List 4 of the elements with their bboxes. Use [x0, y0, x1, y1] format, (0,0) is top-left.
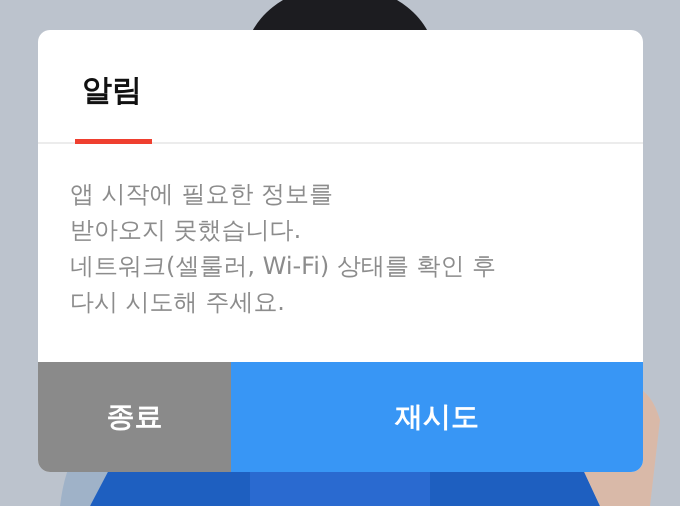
retry-button[interactable]: 재시도: [231, 362, 643, 472]
exit-button[interactable]: 종료: [38, 362, 231, 472]
dialog-title: 알림: [82, 72, 142, 110]
dialog-message: 앱 시작에 필요한 정보를 받아오지 못했습니다. 네트워크(셀룰러, Wi-Fi) 상태를 확인 후 다시 시도해 주세요.: [70, 179, 498, 318]
